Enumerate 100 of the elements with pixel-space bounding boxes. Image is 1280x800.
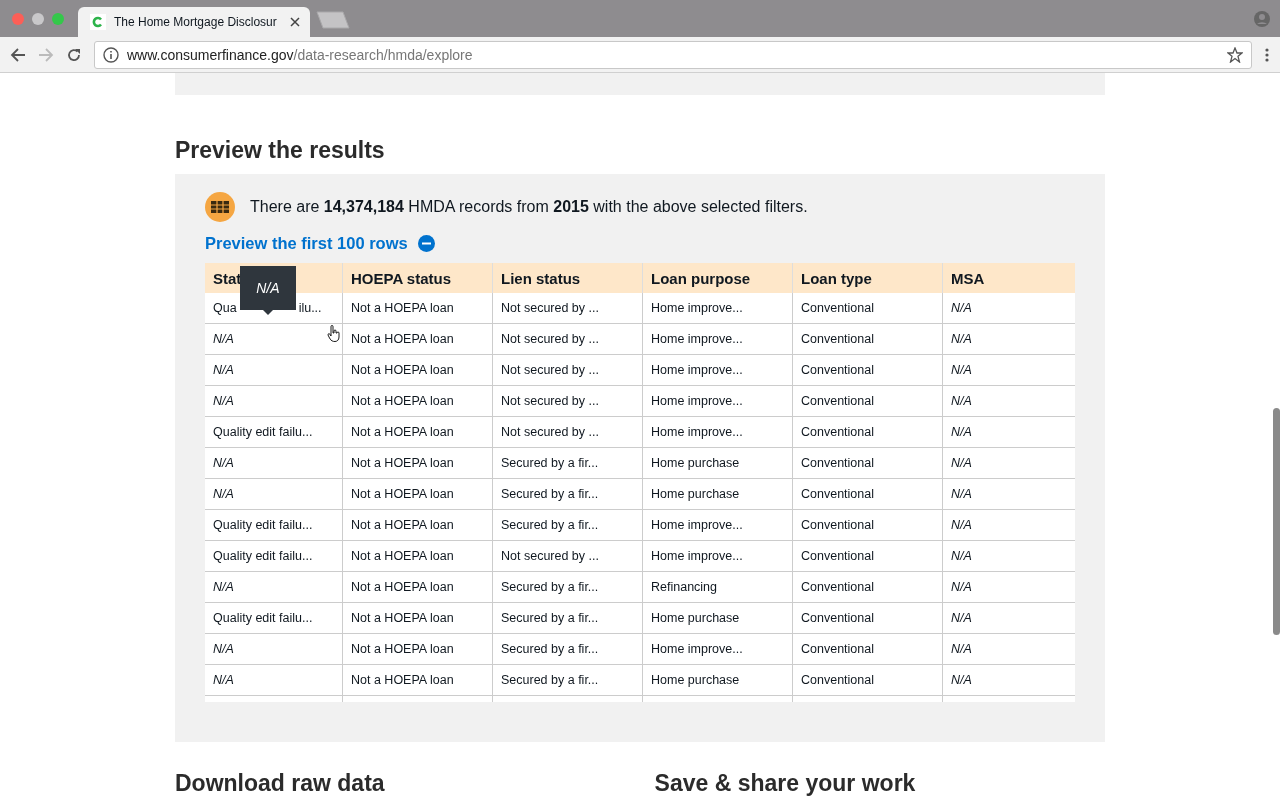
table-cell: Conventional [801,487,874,501]
table-cell: Conventional [801,673,874,687]
table-cell: N/A [951,363,972,377]
table-cell: Conventional [801,332,874,346]
forward-icon[interactable] [38,46,54,63]
table-cell: Not a HOEPA loan [351,394,454,408]
profile-icon[interactable] [1254,11,1270,27]
table-cell: Quality edit failu... [213,611,313,625]
table-cell: N/A [951,456,972,470]
table-cell: Not a HOEPA loan [351,611,454,625]
column-header: MSA [951,269,985,287]
new-tab-button[interactable] [316,11,350,29]
table-cell: N/A [213,332,234,346]
table-cell: Conventional [801,301,874,315]
table-cell: Not a HOEPA loan [351,301,454,315]
table-cell: Secured by a fir... [501,487,599,501]
table-cell: Home improve... [651,518,743,532]
table-cell: Home purchase [651,487,740,501]
close-icon[interactable] [290,17,300,27]
table-cell: Home purchase [651,673,740,687]
scrollbar[interactable] [1273,408,1280,635]
address-bar[interactable]: www.consumerfinance.gov/data-research/hmda/explore [94,40,1252,69]
table-cell: Home purchase [651,456,740,470]
table-cell: N/A [951,394,972,408]
table-cell: Conventional [801,425,874,439]
table-cell: Secured by a fir... [501,456,599,470]
table-cell: Conventional [801,549,874,563]
table-cell: Refinancing [651,580,717,594]
back-icon[interactable] [10,46,26,63]
table-cell: Qua [213,301,237,315]
table-cell: Secured by a fir... [501,518,599,532]
table-cell: Not secured by ... [501,363,599,377]
reload-icon[interactable] [66,46,82,63]
table-cell: Not a HOEPA loan [351,673,454,687]
minimize-window-button[interactable] [32,13,44,25]
close-window-button[interactable] [12,13,24,25]
browser-tab[interactable]: The Home Mortgage Disclosur [78,7,310,37]
tooltip-arrow [263,310,273,315]
table-cell: N/A [213,487,234,501]
table-cell: Quality edit failu... [213,549,313,563]
table-cell: Home improve... [651,549,743,563]
preview-toggle-link[interactable]: Preview the first 100 rows [205,234,435,253]
section-title: Preview the results [175,137,385,165]
table-cell: Conventional [801,518,874,532]
table-cell: Not a HOEPA loan [351,456,454,470]
table-cell: Not secured by ... [501,301,599,315]
table-cell: Quality edit failu... [213,518,313,532]
table-cell: Conventional [801,611,874,625]
table-cell: N/A [213,642,234,656]
table-cell: Not a HOEPA loan [351,363,454,377]
info-icon [103,46,119,63]
menu-icon[interactable] [1264,46,1270,63]
table-cell: N/A [951,611,972,625]
star-icon[interactable] [1227,46,1243,63]
table-cell: N/A [213,456,234,470]
section-title: Download raw data [175,769,385,798]
table-cell: Secured by a fir... [501,580,599,594]
table-cell: Not a HOEPA loan [351,549,454,563]
table-cell: Not secured by ... [501,332,599,346]
table-cell: Conventional [801,580,874,594]
table-cell: Secured by a fir... [501,673,599,687]
column-header: HOEPA status [351,269,452,287]
tooltip: N/A [240,266,296,310]
table-cell: Secured by a fir... [501,611,599,625]
table-cell: Home improve... [651,425,743,439]
table-cell: Not a HOEPA loan [351,487,454,501]
table-cell: N/A [951,425,972,439]
section-title: Save & share your work [654,769,916,798]
zoom-window-button[interactable] [52,13,64,25]
table-cell: Not secured by ... [501,549,599,563]
table-cell: Conventional [801,642,874,656]
table-cell: Not a HOEPA loan [351,580,454,594]
table-cell: Not a HOEPA loan [351,425,454,439]
table-cell: Not secured by ... [501,425,599,439]
table-cell: N/A [951,580,972,594]
table-cell: Secured by a fir... [501,642,599,656]
table-cell: Home purchase [651,611,740,625]
table-cell: Not secured by ... [501,394,599,408]
table-cell: Not a HOEPA loan [351,642,454,656]
table-cell: Conventional [801,363,874,377]
table-cell: N/A [951,518,972,532]
table-cell: N/A [951,642,972,656]
table-cell: N/A [213,580,234,594]
summary-text: There are 14,374,184 HMDA records from 2015 with the above selected filters. [250,198,808,216]
table-cell: Home improve... [651,332,743,346]
column-header: Loan type [801,269,872,287]
table-cell: Home improve... [651,394,743,408]
hand-cursor-icon [327,325,340,342]
table-cell: N/A [951,301,972,315]
table-cell: Home improve... [651,642,743,656]
table-cell: Conventional [801,394,874,408]
table-cell: N/A [951,549,972,563]
table-cell: Home improve... [651,301,743,315]
table-cell: N/A [951,332,972,346]
table-cell: N/A [951,673,972,687]
table-cell: Quality edit failu... [213,425,313,439]
table-cell: Home improve... [651,363,743,377]
table-cell: Not a HOEPA loan [351,518,454,532]
table-cell: Conventional [801,456,874,470]
column-header: Loan purpose [651,269,751,287]
